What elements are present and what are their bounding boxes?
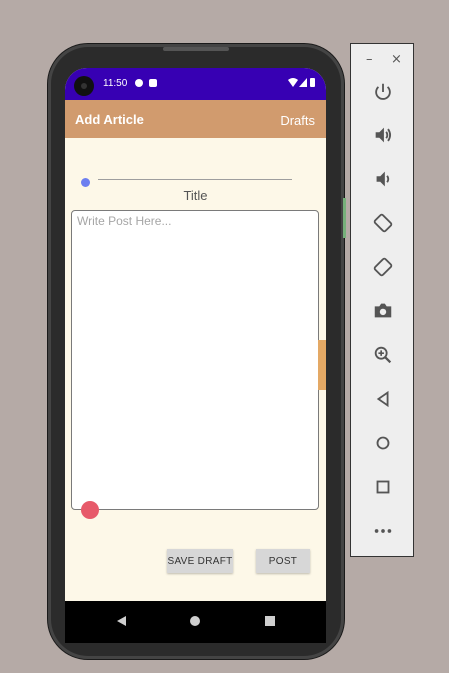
navigation-bar <box>65 601 326 643</box>
save-draft-button[interactable]: SAVE DRAFT <box>167 549 233 573</box>
zoom-icon[interactable] <box>368 341 398 369</box>
volume-down-icon[interactable] <box>368 165 398 193</box>
overview-icon[interactable] <box>368 473 398 501</box>
post-body-field[interactable] <box>71 210 319 510</box>
title-input-handle[interactable] <box>81 178 90 187</box>
phone-frame: 11:50 Add Article Drafts Title SAVE DRAF… <box>48 44 344 659</box>
rotate-right-icon[interactable] <box>368 253 398 281</box>
minimize-button[interactable]: – <box>366 53 373 67</box>
title-input[interactable] <box>98 179 292 180</box>
text-selection-handle[interactable] <box>81 501 99 519</box>
app-title: Add Article <box>75 112 144 127</box>
phone-power-button <box>343 198 346 238</box>
camera-icon[interactable] <box>368 297 398 325</box>
notification-icon <box>135 79 143 87</box>
volume-up-icon[interactable] <box>368 121 398 149</box>
signal-icon <box>299 78 307 87</box>
drafts-link[interactable]: Drafts <box>280 113 315 128</box>
wifi-icon <box>288 78 298 87</box>
home-icon[interactable] <box>368 429 398 457</box>
status-bar: 11:50 <box>65 68 326 100</box>
post-body-input[interactable] <box>72 211 318 509</box>
power-icon[interactable] <box>368 78 398 106</box>
post-button[interactable]: POST <box>256 549 310 573</box>
app-screen: 11:50 Add Article Drafts Title SAVE DRAF… <box>65 68 326 625</box>
nav-overview-icon[interactable] <box>265 616 275 626</box>
app-bar: Add Article Drafts <box>65 100 326 138</box>
title-label: Title <box>183 188 208 203</box>
close-button[interactable]: × <box>391 53 402 67</box>
status-time: 11:50 <box>103 78 128 89</box>
battery-icon <box>310 78 315 87</box>
sd-card-icon <box>149 79 157 87</box>
back-icon[interactable] <box>368 385 398 413</box>
emulator-toolbar: – × <box>350 43 414 557</box>
nav-back-icon[interactable] <box>117 616 126 626</box>
edge-tab[interactable] <box>318 340 326 390</box>
rotate-left-icon[interactable] <box>368 209 398 237</box>
nav-home-icon[interactable] <box>190 616 200 626</box>
phone-speaker <box>163 47 229 51</box>
more-icon[interactable] <box>368 517 398 545</box>
front-camera <box>74 76 94 96</box>
